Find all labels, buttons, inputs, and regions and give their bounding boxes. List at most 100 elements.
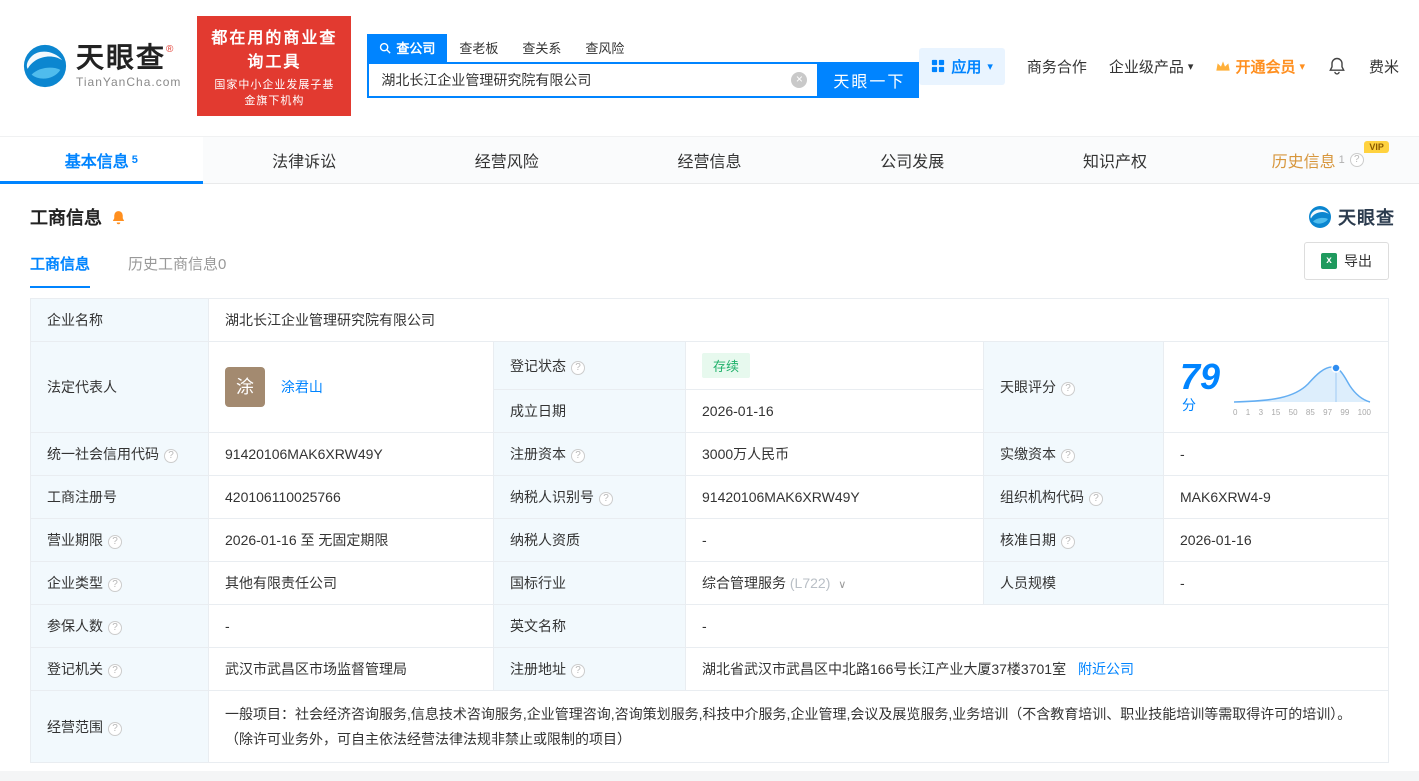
tab-operating-info[interactable]: 经营信息 xyxy=(608,137,811,183)
banner-line-2: 国家中小企业发展子基金旗下机构 xyxy=(214,79,335,107)
reg-authority-label: 登记机关? xyxy=(30,647,209,691)
table-row: 经营范围? 一般项目：社会经济咨询服务,信息技术咨询服务,企业管理咨询,咨询策划… xyxy=(30,690,1389,763)
score-unit: 分 xyxy=(1182,397,1196,413)
tab-company-development[interactable]: 公司发展 xyxy=(811,137,1014,183)
insured-count-label: 参保人数? xyxy=(30,604,209,648)
search-tab-company[interactable]: 查公司 xyxy=(367,34,448,62)
reg-status-value: 存续 xyxy=(685,341,984,390)
search-tab-relation[interactable]: 查关系 xyxy=(510,34,573,62)
label-text: 登记状态 xyxy=(510,357,566,374)
tab-label: 法律诉讼 xyxy=(272,154,337,171)
notification-bell-icon[interactable] xyxy=(1327,56,1347,76)
legal-rep-avatar[interactable]: 涂 xyxy=(225,367,265,407)
subtabs: 工商信息 历史工商信息0 x 导出 xyxy=(0,234,1419,288)
apps-grid-icon xyxy=(932,59,945,73)
label-text: 注册地址 xyxy=(510,661,566,677)
help-icon[interactable]: ? xyxy=(1349,153,1364,167)
help-icon[interactable]: ? xyxy=(108,578,122,592)
table-row: 登记机关? 武汉市武昌区市场监督管理局 注册地址? 湖北省武汉市武昌区中北路16… xyxy=(30,647,1389,691)
tianyancha-logo[interactable]: 天眼查® TianYanCha.com xyxy=(22,43,181,89)
tab-intellectual-property[interactable]: 知识产权 xyxy=(1014,137,1217,183)
help-icon[interactable]: ? xyxy=(1061,535,1075,549)
label-text: 核准日期 xyxy=(1000,532,1056,548)
tab-count: 5 xyxy=(131,154,138,166)
section-header: 工商信息 天眼查 xyxy=(0,184,1419,234)
help-icon[interactable]: ? xyxy=(599,492,613,506)
tab-operating-risk[interactable]: 经营风险 xyxy=(405,137,608,183)
label-text: 企业类型 xyxy=(47,575,103,591)
reg-capital-label: 注册资本? xyxy=(493,432,686,476)
business-term-value: 2026-01-16 至 无固定期限 xyxy=(208,518,494,562)
tab-label: 经营风险 xyxy=(474,154,539,171)
search-tab-risk[interactable]: 查风险 xyxy=(573,34,636,62)
legal-rep-link[interactable]: 涂君山 xyxy=(281,379,323,395)
company-type-value: 其他有限责任公司 xyxy=(208,561,494,605)
apps-button[interactable]: 应用 ▾ xyxy=(919,47,1005,85)
enterprise-products-link[interactable]: 企业级产品 ▾ xyxy=(1109,56,1194,77)
subscribe-bell-icon[interactable] xyxy=(110,209,127,226)
help-icon[interactable]: ? xyxy=(571,449,585,463)
table-row: 企业类型? 其他有限责任公司 国标行业 综合管理服务 (L722) ∨ 人员规模… xyxy=(30,561,1389,605)
subtab-history-business-info[interactable]: 历史工商信息0 xyxy=(128,253,226,288)
status-badge: 存续 xyxy=(702,353,751,378)
chevron-down-icon: ▾ xyxy=(1299,60,1305,73)
taxpayer-id-label: 纳税人识别号? xyxy=(493,475,686,519)
nearby-companies-link[interactable]: 附近公司 xyxy=(1078,661,1134,677)
tab-history-info[interactable]: VIP 历史信息 1 ? xyxy=(1216,137,1419,183)
export-label: 导出 xyxy=(1344,253,1372,269)
tab-count: 1 xyxy=(1338,154,1345,166)
help-icon[interactable]: ? xyxy=(571,664,585,678)
page-divider xyxy=(0,771,1419,781)
reg-address-label: 注册地址? xyxy=(493,647,686,691)
search-input[interactable] xyxy=(379,71,792,89)
username[interactable]: 费米 xyxy=(1369,56,1399,77)
reg-address-value: 湖北省武汉市武昌区中北路166号长江产业大厦37楼3701室 附近公司 xyxy=(685,647,1389,691)
enterprise-products-label: 企业级产品 xyxy=(1108,58,1184,76)
help-icon[interactable]: ? xyxy=(1061,449,1075,463)
tab-basic-info[interactable]: 基本信息 5 xyxy=(0,137,203,184)
help-icon[interactable]: ? xyxy=(571,360,585,375)
credit-code-value: 91420106MAK6XRW49Y xyxy=(208,432,494,476)
score-big: 79 xyxy=(1180,356,1221,397)
score-label: 天眼评分? xyxy=(983,341,1164,433)
help-icon[interactable]: ? xyxy=(1089,492,1103,506)
help-icon[interactable]: ? xyxy=(108,664,122,678)
company-type-label: 企业类型? xyxy=(30,561,209,605)
reg-authority-value: 武汉市武昌区市场监督管理局 xyxy=(208,647,494,691)
subtab-business-info[interactable]: 工商信息 xyxy=(30,253,91,288)
tab-label: 公司发展 xyxy=(880,154,945,171)
label-text: 纳税人识别号 xyxy=(510,489,594,505)
company-name-label: 企业名称 xyxy=(30,298,209,342)
crown-icon xyxy=(1216,61,1231,71)
export-button[interactable]: x 导出 xyxy=(1304,242,1389,280)
business-info-table: 企业名称 湖北长江企业管理研究院有限公司 法定代表人 涂 涂君山 登记状态? 存… xyxy=(30,298,1389,763)
label-text: 参保人数 xyxy=(47,618,103,634)
table-row: 工商注册号 420106110025766 纳税人识别号? 91420106MA… xyxy=(30,475,1389,519)
reg-capital-value: 3000万人民币 xyxy=(685,432,984,476)
logo-reg-mark: ® xyxy=(166,43,174,55)
help-icon[interactable]: ? xyxy=(1061,382,1075,396)
tab-label: 历史信息 xyxy=(1271,154,1336,171)
tab-legal-proceedings[interactable]: 法律诉讼 xyxy=(203,137,406,183)
watermark-logo-icon xyxy=(1309,206,1331,228)
vip-membership-link[interactable]: 开通会员 ▾ xyxy=(1215,56,1305,77)
help-icon[interactable]: ? xyxy=(108,535,122,549)
search-tab-boss[interactable]: 查老板 xyxy=(447,34,510,62)
tianyancha-watermark: 天眼查 xyxy=(1308,204,1395,230)
search-button[interactable]: 天眼一下 xyxy=(819,62,920,98)
business-term-label: 营业期限? xyxy=(30,518,209,562)
chevron-down-icon[interactable]: ∨ xyxy=(838,579,846,591)
industry-code: (L722) xyxy=(789,575,831,591)
help-icon[interactable]: ? xyxy=(108,621,122,635)
label-text: 登记机关 xyxy=(47,661,103,677)
help-icon[interactable]: ? xyxy=(108,721,122,736)
staff-size-value: - xyxy=(1163,561,1389,605)
reg-no-value: 420106110025766 xyxy=(208,475,494,519)
help-icon[interactable]: ? xyxy=(164,449,178,463)
reg-status-label: 登记状态? xyxy=(493,341,686,390)
taxpayer-quality-value: - xyxy=(685,518,984,562)
label-text: 营业期限 xyxy=(47,532,103,548)
clear-icon[interactable]: × xyxy=(791,72,808,88)
top-header: 天眼查® TianYanCha.com 都在用的商业查询工具 国家中小企业发展子… xyxy=(0,0,1419,128)
business-coop-link[interactable]: 商务合作 xyxy=(1027,56,1087,77)
